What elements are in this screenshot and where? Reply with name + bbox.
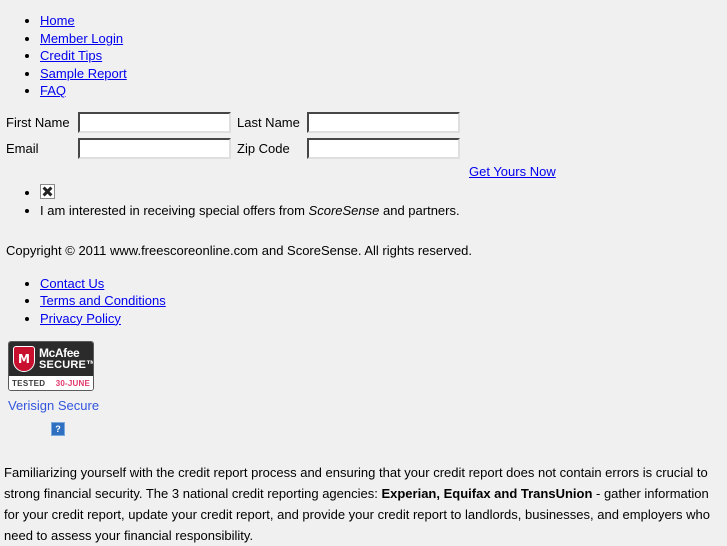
footer-item-privacy[interactable]: Privacy Policy <box>40 310 727 328</box>
get-yours-now-link[interactable]: Get Yours Now <box>469 164 556 179</box>
offers-list: I am interested in receiving special off… <box>0 183 727 220</box>
trust-seals: M McAfee SECURE™ TESTED 30-JUNE Verisign… <box>0 341 727 436</box>
signup-form: First Name Last Name Email Zip Code Get … <box>0 111 727 181</box>
mcafee-shield-icon: M <box>13 346 35 372</box>
verisign-placeholder-glyph: ? <box>55 423 61 434</box>
mcafee-brand-line2: SECURE™ <box>39 358 94 371</box>
nav-link-home[interactable]: Home <box>40 13 75 28</box>
footer-navigation: Contact Us Terms and Conditions Privacy … <box>0 275 727 328</box>
mcafee-tested-date: 30-JUNE <box>55 378 90 388</box>
mcafee-shield-letter: M <box>18 352 30 366</box>
mcafee-brand-line1: McAfee <box>39 345 80 360</box>
consent-text-after: and partners. <box>379 202 460 218</box>
zip-code-input[interactable] <box>307 137 460 159</box>
nav-item-member-login[interactable]: Member Login <box>40 30 727 48</box>
verisign-placeholder-icon: ? <box>51 422 65 436</box>
email-label: Email <box>6 140 39 156</box>
mcafee-wordmark: McAfee SECURE™ <box>39 345 94 371</box>
nav-item-sample-report[interactable]: Sample Report <box>40 65 727 83</box>
mcafee-tested-label: TESTED <box>12 378 46 388</box>
broken-image-icon <box>40 183 55 199</box>
first-name-label: First Name <box>6 114 70 130</box>
footer-link-contact-us[interactable]: Contact Us <box>40 276 104 291</box>
submit-row: Get Yours Now <box>6 164 727 181</box>
copyright-text: Copyright © 2011 www.freescoreonline.com… <box>6 242 473 258</box>
nav-link-faq[interactable]: FAQ <box>40 83 66 98</box>
mcafee-badge-header: M McAfee SECURE™ <box>9 342 93 376</box>
top-navigation: Home Member Login Credit Tips Sample Rep… <box>0 0 727 100</box>
mcafee-secure-badge[interactable]: M McAfee SECURE™ TESTED 30-JUNE <box>8 341 94 391</box>
last-name-input[interactable] <box>307 111 460 133</box>
offers-checkbox-item[interactable] <box>40 183 727 202</box>
credit-report-info-paragraph: Familiarizing yourself with the credit r… <box>0 462 727 546</box>
first-name-input[interactable] <box>78 111 231 133</box>
verisign-secure-link[interactable]: Verisign Secure <box>8 398 727 413</box>
offers-consent-item: I am interested in receiving special off… <box>40 202 727 220</box>
footer-item-terms[interactable]: Terms and Conditions <box>40 292 727 310</box>
email-input[interactable] <box>78 137 231 159</box>
form-row-names: First Name Last Name <box>6 111 727 133</box>
nav-item-home[interactable]: Home <box>40 12 727 30</box>
nav-item-faq[interactable]: FAQ <box>40 82 727 100</box>
credit-bureaus-bold: Experian, Equifax and TransUnion <box>381 486 593 501</box>
nav-link-sample-report[interactable]: Sample Report <box>40 66 127 81</box>
zip-code-label: Zip Code <box>237 140 290 156</box>
scoresense-brand: ScoreSense <box>308 202 380 218</box>
nav-link-member-login[interactable]: Member Login <box>40 31 123 46</box>
footer-link-privacy-policy[interactable]: Privacy Policy <box>40 311 121 326</box>
nav-link-credit-tips[interactable]: Credit Tips <box>40 48 102 63</box>
footer-item-contact-us[interactable]: Contact Us <box>40 275 727 293</box>
last-name-label: Last Name <box>237 114 300 130</box>
footer-link-terms-and-conditions[interactable]: Terms and Conditions <box>40 293 166 308</box>
nav-item-credit-tips[interactable]: Credit Tips <box>40 47 727 65</box>
form-row-email-zip: Email Zip Code <box>6 137 727 159</box>
consent-text-before: I am interested in receiving special off… <box>40 202 309 218</box>
mcafee-badge-footer: TESTED 30-JUNE <box>9 376 93 390</box>
